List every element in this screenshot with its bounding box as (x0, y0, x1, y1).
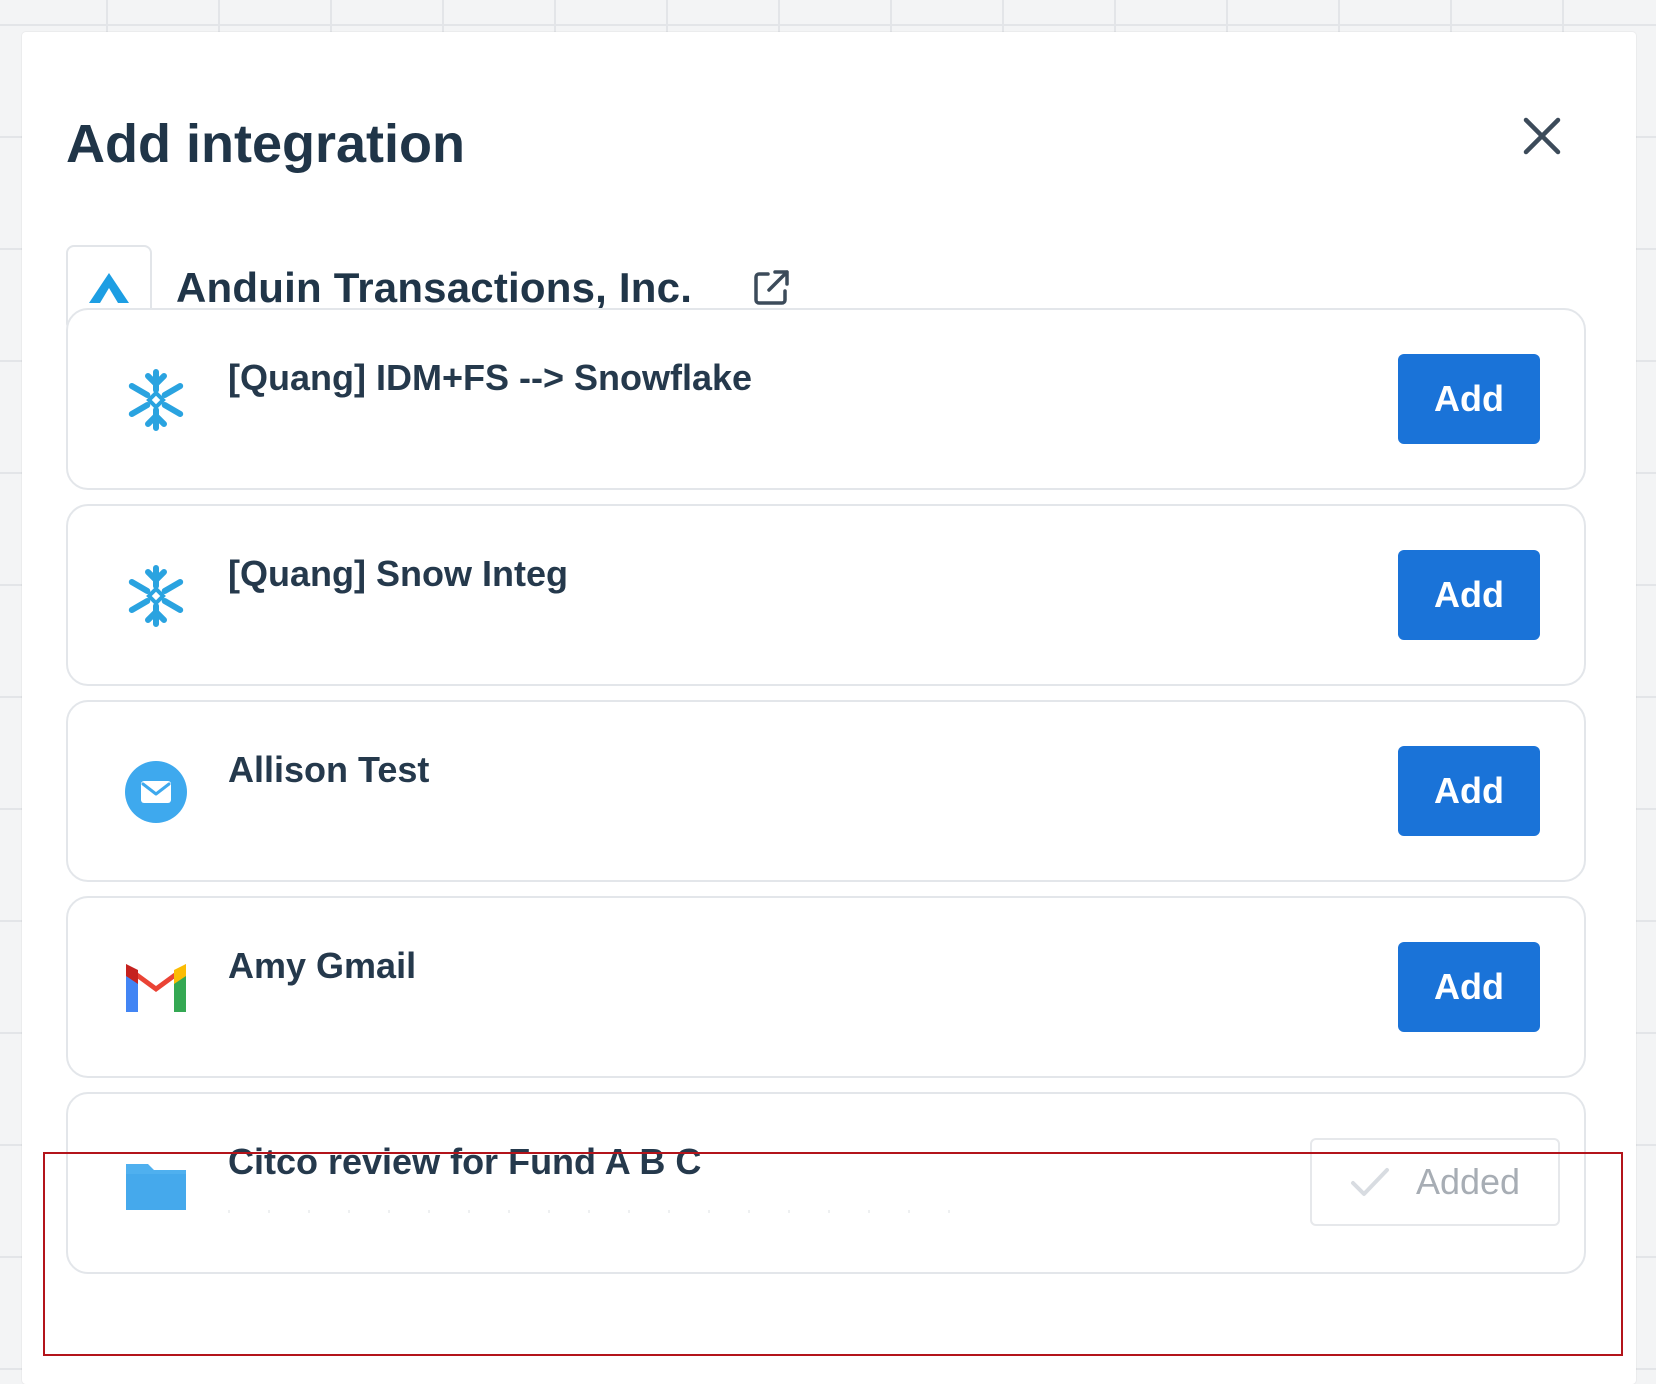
close-button[interactable] (1516, 110, 1568, 162)
integration-name: Allison Test (228, 749, 430, 790)
organization-name: Anduin Transactions, Inc. (176, 264, 693, 311)
add-integration-dialog: Add integration Anduin Transactions, Inc… (22, 32, 1636, 1384)
integration-name: [Quang] IDM+FS --> Snowflake (228, 357, 753, 398)
snowflake-icon (124, 368, 188, 432)
dialog-title: Add integration (66, 114, 465, 174)
integration-card: [Quang] IDM+FS --> Snowflake Add (66, 308, 1586, 490)
added-label: Added (1415, 1161, 1521, 1202)
integration-name: Citco review for Fund A B C (228, 1141, 702, 1182)
close-icon (1523, 117, 1561, 155)
email-icon (124, 760, 188, 824)
add-button[interactable]: Add (1398, 746, 1540, 836)
folder-icon (124, 1152, 188, 1216)
integration-card: Allison Test Add (66, 700, 1586, 882)
added-button: Added (1310, 1138, 1560, 1226)
integration-card: [Quang] Snow Integ Add (66, 504, 1586, 686)
check-icon (1350, 1168, 1389, 1196)
integration-card: Amy Gmail Add (66, 896, 1586, 1078)
integration-card: Citco review for Fund A B C Added (66, 1092, 1586, 1274)
integration-name: [Quang] Snow Integ (228, 553, 568, 594)
add-button[interactable]: Add (1398, 550, 1540, 640)
anduin-logo-icon (89, 273, 129, 303)
integration-description-placeholder (228, 1210, 978, 1213)
integration-name: Amy Gmail (228, 945, 417, 986)
external-link-icon (754, 270, 789, 305)
add-button[interactable]: Add (1398, 942, 1540, 1032)
add-button[interactable]: Add (1398, 354, 1540, 444)
snowflake-icon (124, 564, 188, 628)
gmail-icon (124, 956, 188, 1020)
open-organization-link[interactable] (750, 267, 792, 309)
